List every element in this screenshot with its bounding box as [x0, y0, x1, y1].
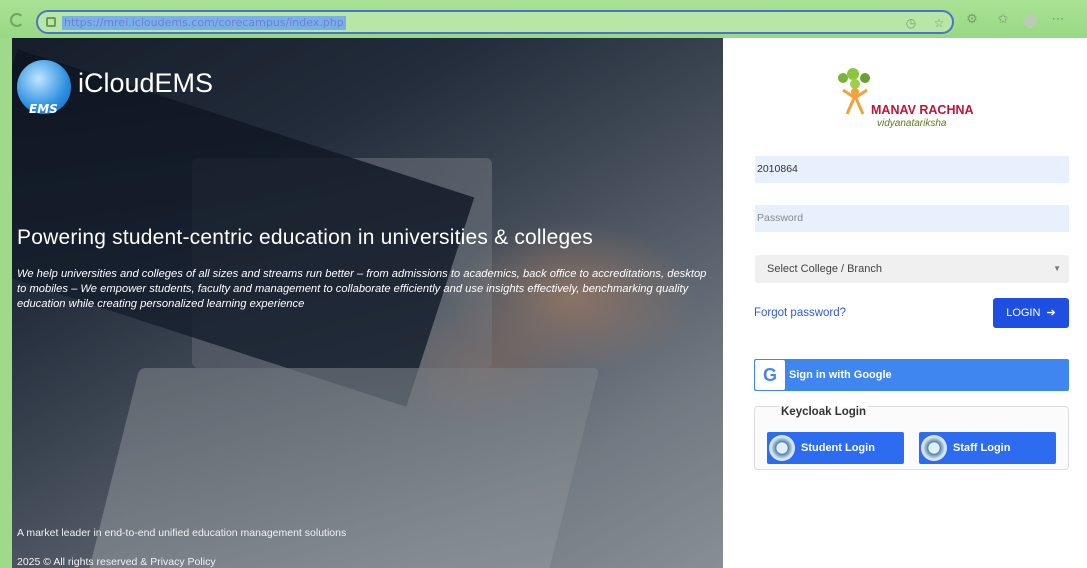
hero-tagline: A market leader in end-to-end unified ed… [17, 527, 347, 539]
keycloak-login-box: Keycloak Login Student Login Staff Login [754, 406, 1069, 470]
username-field[interactable]: 2010864 [755, 156, 1069, 183]
forgot-password-link[interactable]: Forgot password? [754, 307, 846, 319]
copyright-privacy-link[interactable]: 2025 © All rights reserved & Privacy Pol… [17, 556, 216, 568]
hero-panel: EMS iCloudEMS Powering student-centric e… [12, 38, 723, 568]
institution-name: MANAV RACHNA [871, 103, 974, 117]
manav-rachna-tree-logo-icon [838, 68, 870, 115]
brand-name: iCloudEMS [78, 68, 214, 98]
staff-login-label: Staff Login [953, 442, 1011, 454]
address-bar[interactable]: https://mrei.icloudems.com/corecampus/in… [36, 10, 954, 34]
favorite-star-icon[interactable]: ☆ [932, 16, 946, 30]
student-login-label: Student Login [801, 442, 875, 454]
keycloak-title: Keycloak Login [779, 406, 868, 418]
login-button[interactable]: LOGIN ➔ [993, 298, 1069, 328]
hero-description: We help universities and colleges of all… [17, 268, 707, 310]
logo-text: EMS [29, 102, 58, 116]
keycloak-icon [769, 435, 795, 461]
favorites-icon[interactable]: ✩ [995, 12, 1011, 28]
profile-avatar[interactable] [1023, 14, 1037, 28]
refresh-icon[interactable] [10, 13, 24, 27]
more-menu-icon[interactable]: ⋯ [1050, 12, 1066, 28]
hero-headline: Powering student-centric education in un… [17, 226, 594, 249]
college-branch-select-label: Select College / Branch [767, 263, 882, 275]
google-sign-in-button[interactable]: G Sign in with Google [754, 359, 1069, 391]
chevron-down-icon: ▼ [1053, 264, 1061, 273]
keycloak-icon [921, 435, 947, 461]
student-login-button[interactable]: Student Login [767, 432, 904, 464]
icloudems-logo-icon: EMS [17, 60, 71, 116]
login-panel: MANAV RACHNA vidyanatariksha 2010864 Pas… [723, 38, 1087, 568]
url-text[interactable]: https://mrei.icloudems.com/corecampus/in… [62, 16, 346, 30]
extensions-icon[interactable]: ⚙ [964, 12, 980, 28]
sign-in-arrow-icon: ➔ [1043, 307, 1056, 319]
college-branch-select[interactable]: Select College / Branch ▼ [755, 255, 1069, 283]
login-button-label: LOGIN [1006, 307, 1041, 319]
site-info-icon[interactable] [46, 17, 56, 27]
google-g-icon: G [755, 360, 785, 390]
reader-icon[interactable]: ◷ [904, 16, 918, 30]
password-field[interactable]: Password [755, 205, 1069, 232]
institution-subtitle: vidyanatariksha [877, 118, 947, 129]
google-sign-in-label: Sign in with Google [789, 369, 892, 381]
staff-login-button[interactable]: Staff Login [919, 432, 1056, 464]
browser-toolbar: https://mrei.icloudems.com/corecampus/in… [0, 0, 1087, 38]
